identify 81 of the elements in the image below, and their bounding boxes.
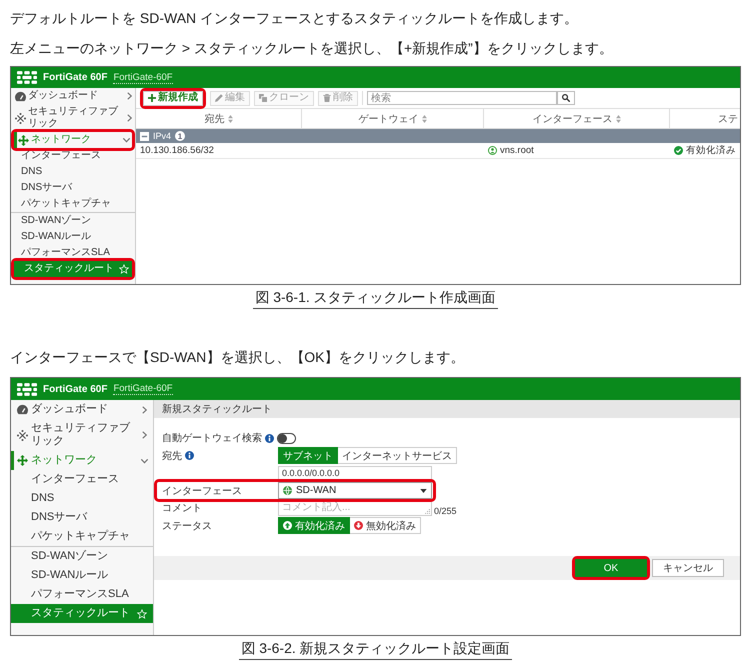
- field-label: ステータス: [162, 520, 212, 532]
- column-header[interactable]: 宛先: [136, 109, 302, 128]
- sidebar-item[interactable]: SD-WANゾーン: [11, 212, 135, 229]
- field-label: コメント: [162, 502, 202, 515]
- sidebar-item[interactable]: パフォーマンスSLA: [11, 245, 135, 261]
- sidebar-item[interactable]: ダッシュボード: [11, 400, 153, 419]
- sidebar-item[interactable]: ネットワーク: [11, 451, 153, 470]
- arrow-down-circle-icon: [354, 521, 363, 530]
- sidebar-item[interactable]: ダッシュボード: [11, 88, 135, 104]
- segment-option[interactable]: 無効化済み: [350, 517, 421, 534]
- arrow-up-circle-icon: [283, 521, 292, 530]
- ok-button[interactable]: OK: [575, 559, 647, 577]
- group-row[interactable]: IPv4 1: [136, 129, 740, 143]
- sidebar-item[interactable]: SD-WANルール: [11, 229, 135, 245]
- gauge-icon: [15, 90, 26, 102]
- sidebar-item[interactable]: DNSサーバ: [11, 508, 153, 527]
- sidebar-item[interactable]: セキュリティファブリック: [11, 104, 135, 132]
- character-count: 0/255: [434, 506, 457, 516]
- count-badge: 1: [175, 131, 186, 141]
- copy-icon: [259, 94, 267, 102]
- field-label: インターフェース: [162, 484, 242, 498]
- table-cell: vns.root: [500, 145, 534, 156]
- product-name: FortiGate 60F: [43, 384, 108, 394]
- field-label: 自動ゲートウェイ検索: [162, 432, 262, 445]
- figure-caption: 図 3-6-2. 新規スタティックルート設定画面: [239, 639, 512, 660]
- sidebar-item[interactable]: セキュリティファブリック: [11, 419, 153, 451]
- sidebar-item[interactable]: SD-WANゾーン: [11, 546, 153, 566]
- column-header[interactable]: ゲートウェイ: [302, 109, 484, 128]
- cross-arrows-icon: [17, 455, 28, 466]
- sidebar-item[interactable]: DNSサーバ: [11, 180, 135, 196]
- caret-icon: [420, 488, 427, 492]
- sidebar-item[interactable]: インターフェース: [11, 470, 153, 489]
- search-button[interactable]: [557, 91, 575, 105]
- sidebar-item[interactable]: スタティックルート: [14, 261, 132, 277]
- segment-option[interactable]: 有効化済み: [278, 517, 350, 534]
- pencil-icon: [215, 94, 223, 102]
- figure-caption: 図 3-6-1. スタティックルート作成画面: [253, 288, 498, 309]
- collapse-icon[interactable]: [140, 132, 149, 140]
- product-name: FortiGate 60F: [43, 72, 108, 83]
- hostname-link[interactable]: FortiGate-60F: [113, 72, 173, 84]
- asterisk-icon: [17, 430, 28, 440]
- page-title: 新規スタティックルート: [154, 400, 740, 418]
- sidebar-item[interactable]: パフォーマンスSLA: [11, 585, 153, 604]
- instruction-text: 左メニューのネットワーク > スタティックルートを選択し、【+新規作成”】をクリックします。: [10, 39, 614, 58]
- logo-icon: [17, 71, 37, 84]
- sidebar-item[interactable]: インターフェース: [11, 148, 135, 164]
- segment-option[interactable]: サブネット: [278, 447, 338, 464]
- hostname-link[interactable]: FortiGate-60F: [113, 383, 173, 395]
- search-field[interactable]: 検索: [367, 91, 557, 105]
- sidebar-item[interactable]: パケットキャプチャ: [11, 196, 135, 212]
- sidebar-item[interactable]: パケットキャプチャ: [11, 527, 153, 546]
- create-button[interactable]: 新規作成: [143, 90, 203, 106]
- sidebar-item[interactable]: DNS: [11, 164, 135, 180]
- sidebar-item[interactable]: DNS: [11, 489, 153, 508]
- field-label: 宛先: [162, 450, 182, 462]
- instruction-text: インターフェースで【SD-WAN】を選択し、【OK】をクリックします。: [10, 348, 466, 367]
- sidebar-item[interactable]: ネットワーク: [14, 132, 132, 148]
- group-label: IPv4: [153, 131, 172, 141]
- text-field[interactable]: 0.0.0.0/0.0.0.0: [278, 466, 432, 480]
- trash-icon: [323, 94, 331, 102]
- plus-icon: [148, 94, 156, 102]
- gauge-icon: [17, 404, 28, 415]
- segment-option[interactable]: インターネットサービス: [338, 447, 457, 464]
- person-icon: [488, 146, 497, 155]
- sidebar-item[interactable]: SD-WANルール: [11, 566, 153, 585]
- sidebar-item[interactable]: スタティックルート: [11, 604, 153, 623]
- column-header[interactable]: ステ: [670, 109, 740, 128]
- toggle-switch[interactable]: [277, 432, 296, 444]
- logo-icon: [17, 382, 37, 396]
- table-cell: 10.130.186.56/32: [140, 145, 214, 156]
- star-icon[interactable]: [137, 608, 147, 618]
- globe-icon: [283, 486, 292, 495]
- column-header[interactable]: インターフェース: [484, 109, 670, 128]
- table-cell: 有効化済み: [686, 144, 736, 157]
- cancel-button[interactable]: キャンセル: [652, 559, 724, 577]
- asterisk-icon: [15, 112, 26, 124]
- star-icon[interactable]: [119, 264, 129, 274]
- dropdown-field[interactable]: SD-WAN: [278, 482, 432, 499]
- search-icon: [562, 94, 570, 102]
- cross-arrows-icon: [18, 134, 29, 146]
- instruction-text: デフォルトルートを SD-WAN インターフェースとするスタティックルートを作成します。: [10, 9, 580, 28]
